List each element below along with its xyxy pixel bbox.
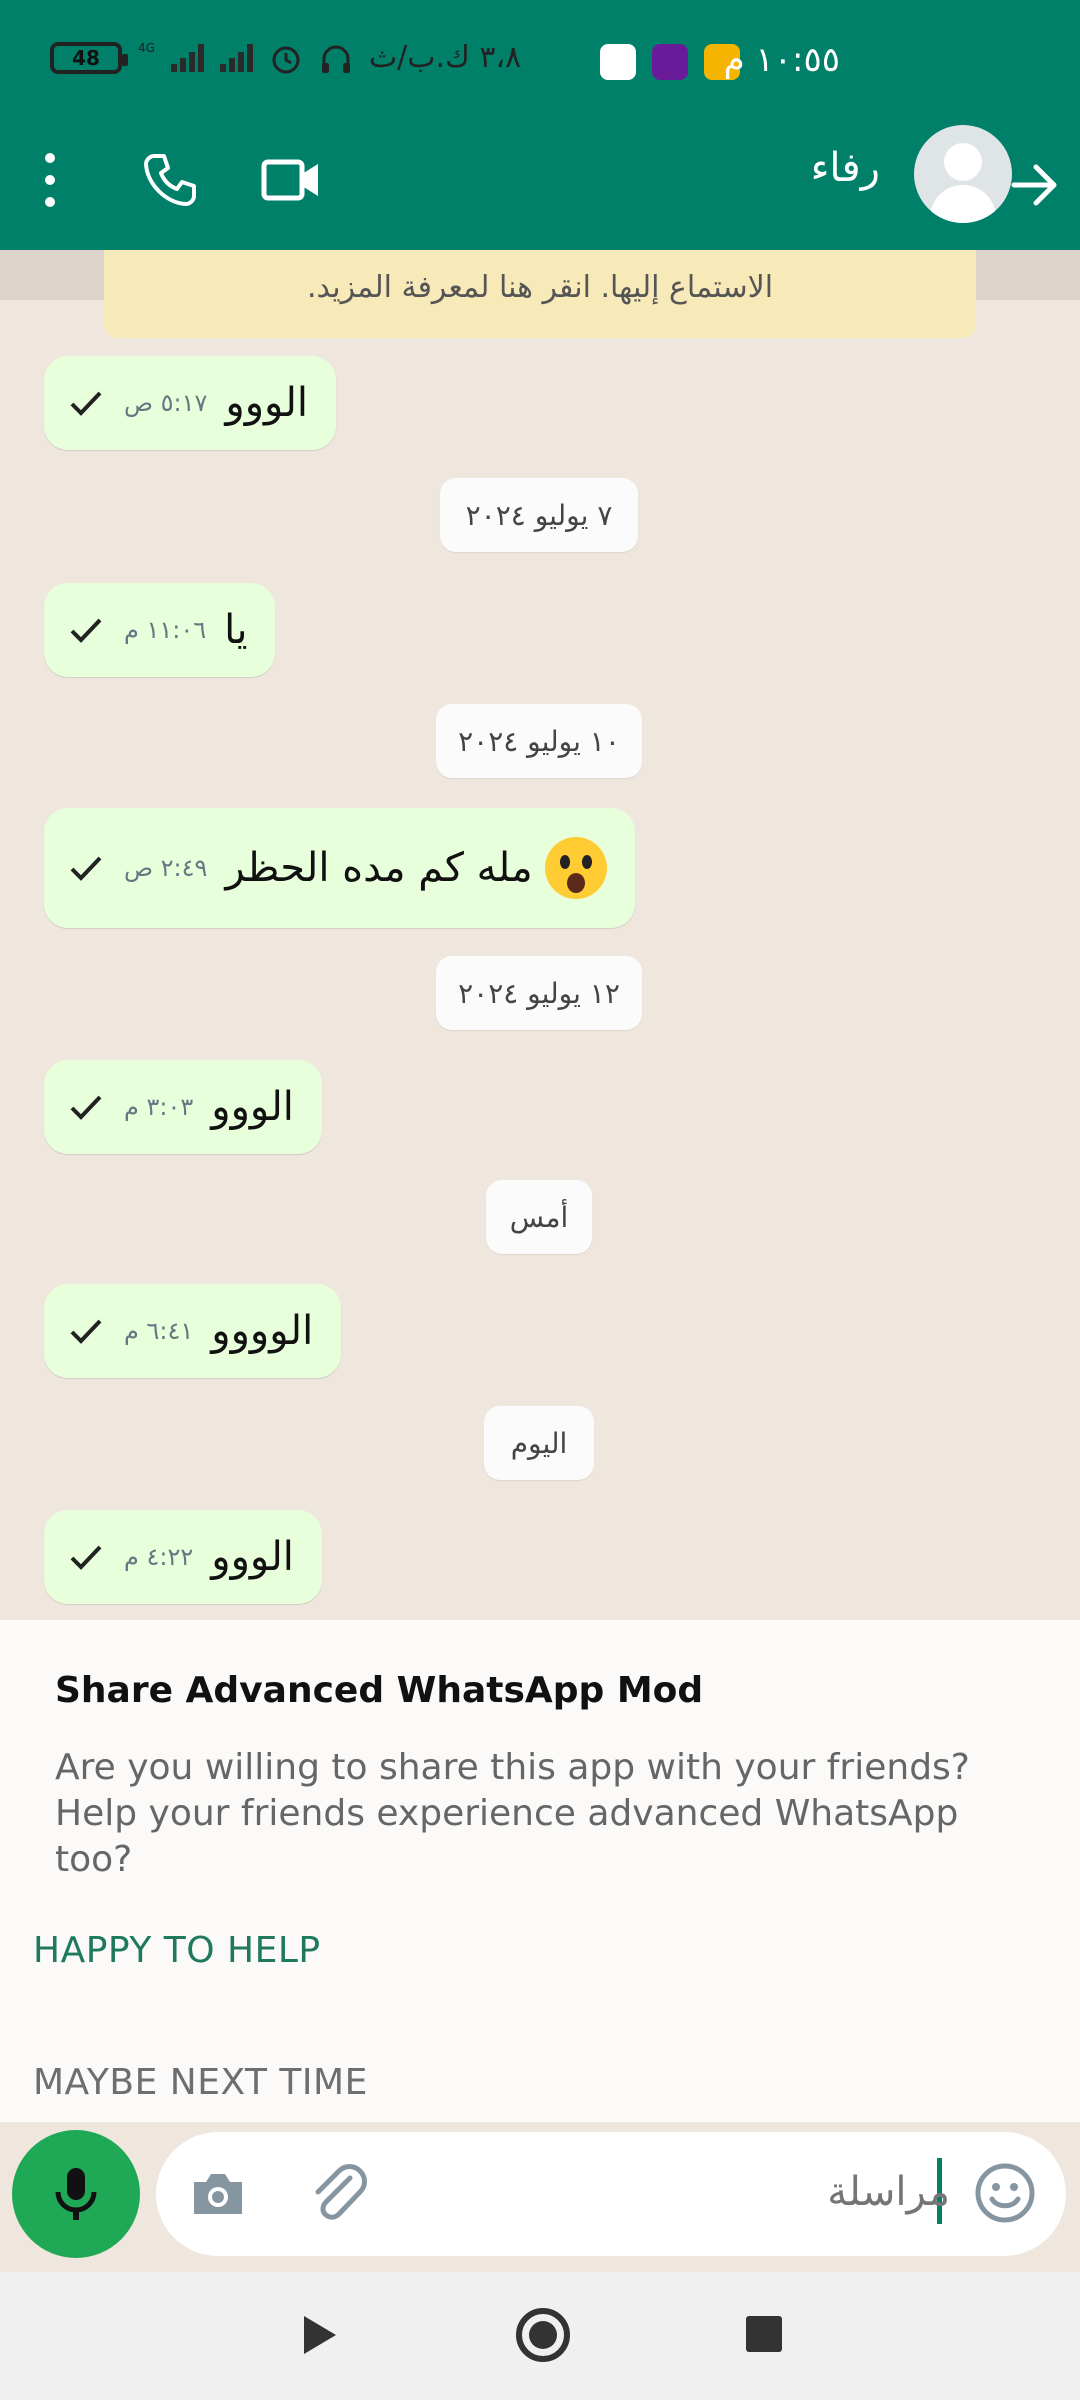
message-text: يا	[224, 607, 248, 653]
date-chip: أمس	[486, 1180, 592, 1254]
encryption-notice[interactable]: الاستماع إليها. انقر هنا لمعرفة المزيد.	[104, 250, 976, 338]
message-bubble[interactable]: ٤:٢٢ م الووو	[44, 1510, 322, 1604]
message-text: الووو	[225, 380, 309, 426]
alarm-icon	[272, 46, 300, 73]
message-time: ٤:٢٢ م	[124, 1543, 194, 1571]
date-chip: ١٢ يوليو ٢٠٢٤	[436, 956, 642, 1030]
notification-icons	[600, 44, 740, 80]
nav-back-icon[interactable]	[300, 2312, 340, 2358]
system-nav-bar	[0, 2272, 1080, 2400]
sheet-body: Are you willing to share this app with y…	[55, 1747, 970, 1880]
nav-home-icon[interactable]	[516, 2308, 570, 2362]
check-icon	[70, 1319, 102, 1344]
avatar[interactable]	[914, 125, 1012, 223]
message-bubble[interactable]: ٦:٤١ م الوووو	[44, 1284, 342, 1378]
call-icon[interactable]	[140, 150, 200, 210]
menu-icon[interactable]	[40, 145, 60, 215]
message-time: ٢:٤٩ ص	[124, 854, 208, 882]
network-type: 4G	[138, 40, 155, 55]
headphones-icon	[321, 45, 350, 73]
status-left-cluster: 48 4G ٣،٨ ك.ب/ث	[50, 40, 521, 75]
voice-record-button[interactable]	[12, 2130, 140, 2258]
message-text: مله كم مده الحظر	[225, 845, 533, 891]
message-time: ٥:١٧ ص	[124, 389, 208, 417]
podcast-app-icon	[652, 44, 688, 80]
maybe-next-time-button[interactable]: MAYBE NEXT TIME	[33, 2062, 368, 2103]
back-arrow-icon[interactable]	[1004, 155, 1064, 215]
video-icon[interactable]	[260, 150, 324, 210]
mic-icon	[55, 2168, 97, 2220]
message-input[interactable]	[350, 2156, 950, 2228]
clock: ١٠:٥٥ م	[723, 40, 840, 80]
message-input-box[interactable]	[156, 2132, 1066, 2256]
happy-to-help-button[interactable]: HAPPY TO HELP	[33, 1930, 321, 1971]
camera-icon[interactable]	[188, 2164, 248, 2224]
message-composer	[0, 2122, 1080, 2272]
message-time: ٣:٠٣ م	[124, 1093, 194, 1121]
sheet-title: Share Advanced WhatsApp Mod	[55, 1670, 704, 1711]
header-actions	[40, 145, 324, 215]
share-app-sheet: Share Advanced WhatsApp Mod Are you will…	[0, 1620, 1080, 2122]
signal-icon	[170, 43, 204, 72]
check-icon	[70, 391, 102, 416]
nav-recents-icon[interactable]	[746, 2316, 782, 2352]
date-chip: ٧ يوليو ٢٠٢٤	[440, 478, 638, 552]
date-chip: ١٠ يوليو ٢٠٢٤	[436, 704, 642, 778]
check-icon	[70, 618, 102, 643]
check-icon	[70, 1095, 102, 1120]
check-icon	[70, 1545, 102, 1570]
status-bar: 48 4G ٣،٨ ك.ب/ث ١٠:٥٥ م	[0, 0, 1080, 125]
message-text: الوووو	[211, 1308, 314, 1354]
date-chip: اليوم	[484, 1406, 594, 1480]
message-time: ١١:٠٦ م	[124, 616, 207, 644]
chat-area[interactable]: الاستماع إليها. انقر هنا لمعرفة المزيد. …	[0, 250, 1080, 1620]
encryption-notice-text: الاستماع إليها. انقر هنا لمعرفة المزيد.	[306, 270, 774, 305]
battery-level: 48	[72, 45, 100, 70]
message-bubble[interactable]: ١١:٠٦ م يا	[44, 583, 276, 677]
screaming-face-emoji-icon	[544, 837, 607, 899]
emoji-icon[interactable]	[972, 2160, 1038, 2226]
message-text: الووو	[211, 1084, 294, 1130]
message-text: الووو	[211, 1534, 294, 1580]
message-bubble[interactable]: ٢:٤٩ ص مله كم مده الحظر	[44, 808, 635, 928]
contact-name[interactable]: رفاء	[811, 145, 880, 191]
signal-icon-2	[219, 43, 253, 72]
play-store-icon	[600, 44, 636, 80]
chat-header: رفاء	[0, 125, 1080, 250]
message-bubble[interactable]: ٣:٠٣ م الووو	[44, 1060, 322, 1154]
message-bubble[interactable]: ٥:١٧ ص الووو	[44, 356, 337, 450]
message-time: ٦:٤١ م	[124, 1317, 194, 1345]
check-icon	[70, 856, 102, 881]
data-speed: ٣،٨ ك.ب/ث	[368, 40, 522, 75]
battery-icon: 48	[50, 41, 128, 74]
